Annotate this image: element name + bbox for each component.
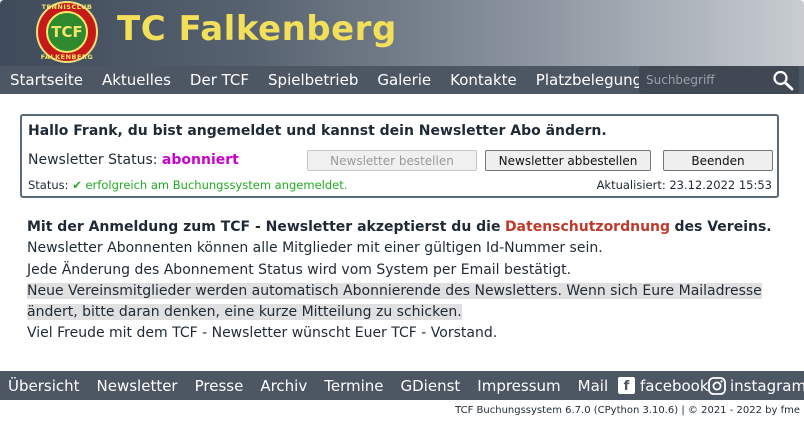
check-icon: ✔ (72, 178, 82, 192)
logo-ring-top-text: TENNISCLUB (41, 3, 93, 11)
footer-item-gdienst[interactable]: GDienst (392, 377, 469, 395)
nav-item-der-tcf[interactable]: Der TCF (180, 71, 258, 89)
login-status-prefix: Status: (28, 178, 69, 192)
info-paragraph-2: Jede Änderung des Abonnement Status wird… (27, 261, 572, 278)
info-eligibility-text: Newsletter Abonnenten können alle Mitgli… (27, 240, 603, 257)
facebook-icon: f (618, 377, 635, 394)
search-input[interactable] (639, 66, 765, 94)
footer-item-uebersicht[interactable]: Übersicht (0, 377, 88, 395)
last-updated: Aktualisiert: 23.12.2022 15:53 (596, 178, 772, 192)
club-logo[interactable]: TENNISCLUB TCF FALKENBERG (36, 1, 98, 63)
search-icon[interactable] (771, 69, 795, 91)
login-status-line: Status: ✔ erfolgreich am Buchungssystem … (28, 178, 347, 192)
nav-item-startseite[interactable]: Startseite (0, 71, 92, 89)
logo-ring-bottom-text: FALKENBERG (40, 53, 94, 61)
newsletter-status-label: Newsletter Status: (28, 152, 158, 168)
nav-item-kontakte[interactable]: Kontakte (441, 71, 527, 89)
info-paragraph-4: Viel Freude mit dem TCF - Newsletter wün… (27, 325, 498, 342)
info-highlighted-text: Neue Vereinsmitglieder werden automatisc… (27, 282, 762, 321)
nav-item-galerie[interactable]: Galerie (368, 71, 441, 89)
instagram-icon (708, 376, 726, 395)
footer-nav: Übersicht Newsletter Presse Archiv Termi… (0, 371, 804, 400)
subscribe-button[interactable]: Newsletter bestellen (307, 150, 477, 171)
info-consent-text: Mit der Anmeldung zum TCF - Newsletter a… (27, 219, 501, 235)
facebook-label: facebook (640, 376, 709, 395)
login-status-message: erfolgreich am Buchungssystem angemeldet… (85, 178, 348, 192)
info-consent-suffix: des Vereins. (674, 219, 772, 235)
greeting-text: Hallo Frank, du bist angemeldet und kann… (28, 123, 607, 139)
nav-item-spielbetrieb[interactable]: Spielbetrieb (259, 71, 368, 89)
footer-item-impressum[interactable]: Impressum (469, 377, 569, 395)
logo-emblem: TCF (46, 11, 88, 53)
newsletter-status: Newsletter Status: abonniert (28, 152, 239, 168)
main-nav: Startseite Aktuelles Der TCF Spielbetrie… (0, 66, 804, 94)
info-text: Mit der Anmeldung zum TCF - Newsletter a… (27, 217, 777, 345)
search-box (639, 66, 799, 94)
version-info: TCF Buchungssystem 6.7.0 (CPython 3.10.6… (455, 405, 800, 416)
nav-item-aktuelles[interactable]: Aktuelles (92, 71, 180, 89)
info-paragraph-3: Neue Vereinsmitglieder werden automatisc… (27, 281, 777, 324)
exit-button[interactable]: Beenden (663, 150, 773, 171)
unsubscribe-button[interactable]: Newsletter abbestellen (485, 150, 651, 171)
instagram-label: instagram (730, 376, 804, 395)
newsletter-status-value: abonniert (161, 152, 239, 168)
info-paragraph-1: Mit der Anmeldung zum TCF - Newsletter a… (27, 217, 777, 260)
nav-item-platzbelegung[interactable]: Platzbelegung (526, 71, 651, 89)
facebook-link[interactable]: f facebook (618, 371, 709, 400)
newsletter-panel: Hallo Frank, du bist angemeldet und kann… (20, 114, 779, 198)
site-header: TENNISCLUB TCF FALKENBERG TC Falkenberg (0, 0, 804, 66)
privacy-policy-link[interactable]: Datenschutzordnung (505, 219, 670, 235)
instagram-link[interactable]: instagram (708, 371, 804, 400)
site-title[interactable]: TC Falkenberg (117, 9, 397, 49)
footer-item-termine[interactable]: Termine (316, 377, 392, 395)
footer-item-newsletter[interactable]: Newsletter (88, 377, 186, 395)
footer-item-mail[interactable]: Mail (569, 377, 616, 395)
footer-item-archiv[interactable]: Archiv (252, 377, 316, 395)
footer-item-presse[interactable]: Presse (186, 377, 252, 395)
